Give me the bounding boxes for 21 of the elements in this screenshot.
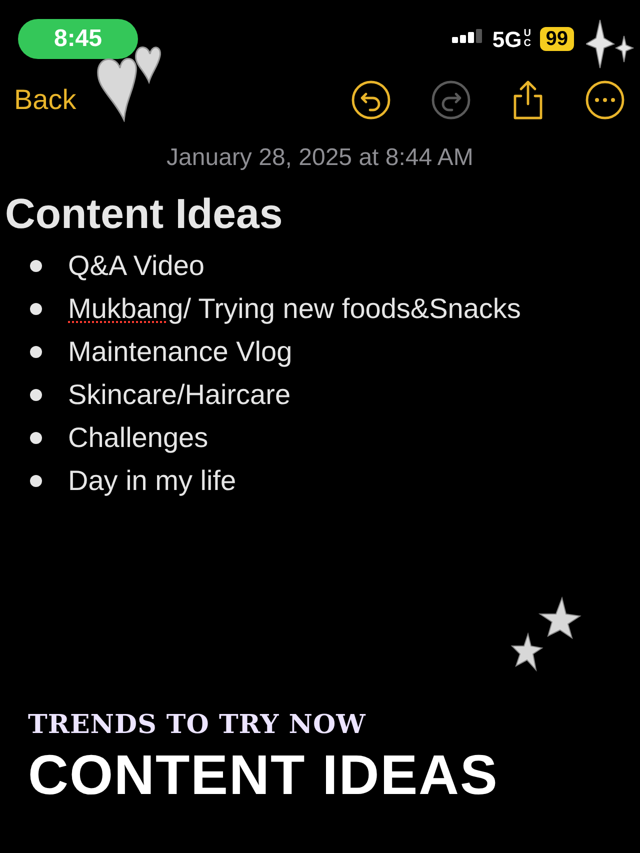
note-date: January 28, 2025 at 8:44 AM [166,143,474,173]
back-button[interactable]: Back [14,79,76,121]
time-pill: 8:45 [18,19,138,59]
list-item: Q&A Video [68,248,204,282]
undo-button[interactable] [350,79,392,121]
overlay-headline: CONTENT IDEAS [28,745,498,805]
list-item: Day in my life [68,464,236,498]
bullet-icon [30,432,42,444]
bullet-icon [30,474,42,486]
list-item: Mukbang/ Trying new foods&Snacks [68,292,521,326]
note-title: Content Ideas [4,189,284,239]
list-item: Maintenance Vlog [68,334,292,369]
bullet-icon [30,302,42,314]
battery-indicator: 99 [540,27,574,51]
bullet-icon [30,260,42,272]
bullet-icon [30,388,42,400]
overlay-subtitle: TRENDS TO TRY NOW [28,709,367,742]
list-item: Skincare/Haircare [68,378,291,412]
list-item: Challenges [68,420,208,455]
more-button[interactable] [584,79,626,121]
bullet-icon [30,346,42,358]
